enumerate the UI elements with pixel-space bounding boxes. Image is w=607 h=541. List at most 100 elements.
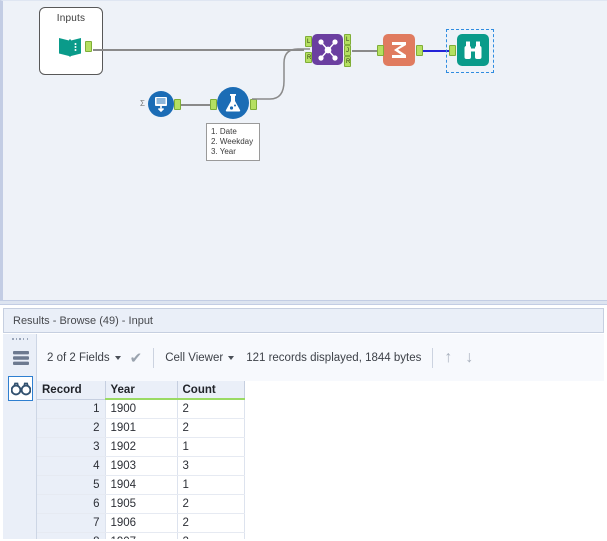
join-input-right-anchor[interactable]: R [305,52,312,63]
rail-table-button[interactable] [8,345,33,370]
connection-join-to-summarize[interactable] [352,50,380,52]
results-toolbar: 2 of 2 Fields ✔ Cell Viewer 121 records … [37,334,604,381]
input-data-tool[interactable] [55,31,92,61]
anchor-label-out-J: J [346,48,349,54]
anchor-label-L: L [307,39,311,45]
binoculars-icon [457,34,489,66]
cell-year: 1903 [105,456,178,476]
rail-drag-handle[interactable] [12,338,28,342]
summarize-tool[interactable] [377,34,423,66]
join-icon [312,34,343,65]
formula-annotation: 1. Date 2. Weekday 3. Year [206,123,260,161]
results-title-text: Results - Browse (49) - Input [13,314,153,327]
scroll-down-button[interactable]: ↓ [465,349,473,367]
flask-icon [217,87,249,119]
cell-year: 1905 [105,494,178,514]
cell-year: 1907 [105,532,178,539]
cell-record: 5 [37,475,106,495]
table-row[interactable]: 6 1905 2 [37,494,245,514]
results-title-bar: Results - Browse (49) - Input [3,308,604,333]
cell-record: 8 [37,532,106,539]
record-count-label: 121 records displayed, 1844 bytes [246,351,422,364]
input-output-anchor[interactable] [85,41,92,52]
cell-count: 2 [177,418,245,438]
textinput-output-anchor[interactable] [174,99,181,110]
summarize-input-anchor[interactable] [377,45,384,56]
text-input-icon [148,91,174,117]
formula-tool[interactable] [210,87,257,119]
cell-year: 1901 [105,418,178,438]
connection-formula-to-join[interactable] [248,41,313,111]
anchor-label-R: R [307,55,312,61]
toolbar-divider-1 [153,347,155,368]
cell-count: 2 [177,494,245,514]
binoculars-icon [10,382,31,395]
annotation-line-3: 3. Year [211,147,236,156]
results-rail [3,334,37,539]
join-output-right-anchor[interactable]: R [344,56,351,67]
table-row[interactable]: 7 1906 2 [37,513,245,533]
formula-input-anchor[interactable] [210,99,217,110]
workflow-canvas[interactable]: Inputs Σ L R L J R 1. Date 2. Weekday 3.… [0,0,607,300]
cell-record: 7 [37,513,106,533]
join-input-left-anchor[interactable]: L [305,36,312,47]
cell-record: 4 [37,456,106,476]
cell-count: 1 [177,437,245,457]
table-icon [12,350,29,365]
column-header-year[interactable]: Year [105,381,178,400]
cell-year: 1904 [105,475,178,495]
table-row[interactable]: 8 1907 2 [37,532,245,539]
container-label: Inputs [56,13,86,24]
results-body: 2 of 2 Fields ✔ Cell Viewer 121 records … [3,334,604,539]
cell-year: 1900 [105,399,178,419]
view-mode-label: Cell Viewer [165,351,224,364]
cell-year: 1906 [105,513,178,533]
join-tool[interactable]: L R L J R [305,34,351,67]
annotation-line-2: 2. Weekday [211,137,254,146]
cell-record: 1 [37,399,106,419]
results-pane: Results - Browse (49) - Input 2 of 2 Fie… [0,305,607,541]
summarize-output-anchor[interactable] [416,45,423,56]
cell-record: 6 [37,494,106,514]
results-grid[interactable]: Record Year Count 1 1900 2 2 1901 2 3 19… [37,381,604,539]
table-header-row: Record Year Count [37,381,245,400]
alteryx-designer-window: Inputs Σ L R L J R 1. Date 2. Weekday 3.… [0,0,607,541]
chevron-down-icon[interactable] [114,355,121,360]
results-table: Record Year Count 1 1900 2 2 1901 2 3 19… [37,381,245,539]
column-header-count[interactable]: Count [177,381,245,400]
annotation-line-1: 1. Date [211,127,237,136]
browse-input-anchor[interactable] [449,45,456,56]
anchor-label-out-R: R [346,59,351,65]
chevron-down-icon-2[interactable] [228,355,235,360]
cell-record: 2 [37,418,106,438]
table-body: 1 1900 2 2 1901 2 3 1902 1 4 1903 3 5 19… [37,399,245,539]
view-mode-selector[interactable]: Cell Viewer [165,351,235,364]
table-row[interactable]: 4 1903 3 [37,456,245,476]
anchor-label-out-L: L [346,37,350,43]
table-row[interactable]: 1 1900 2 [37,399,245,419]
apply-check-icon[interactable]: ✔ [130,349,143,367]
book-icon [55,31,85,61]
table-row[interactable]: 2 1901 2 [37,418,245,438]
cell-count: 1 [177,475,245,495]
fields-selector[interactable]: 2 of 2 Fields [47,352,121,364]
toolbar-divider-2 [432,347,434,368]
fields-label: 2 of 2 Fields [47,351,110,364]
rail-browse-button[interactable] [8,376,33,401]
table-row[interactable]: 3 1902 1 [37,437,245,457]
text-input-tool[interactable]: Σ [140,91,181,117]
join-output-left-anchor[interactable]: L [344,34,351,45]
scroll-up-button[interactable]: ↑ [444,349,452,367]
cell-year: 1902 [105,437,178,457]
connection-textinput-to-formula[interactable] [181,104,213,106]
browse-tool[interactable] [449,34,489,66]
join-output-join-anchor[interactable]: J [344,45,351,56]
column-header-record[interactable]: Record [37,381,106,400]
cell-count: 2 [177,513,245,533]
cell-record: 3 [37,437,106,457]
text-input-marker: Σ [140,99,145,108]
sigma-icon [383,34,415,66]
cell-count: 2 [177,399,245,419]
cell-count: 3 [177,456,245,476]
table-row[interactable]: 5 1904 1 [37,475,245,495]
